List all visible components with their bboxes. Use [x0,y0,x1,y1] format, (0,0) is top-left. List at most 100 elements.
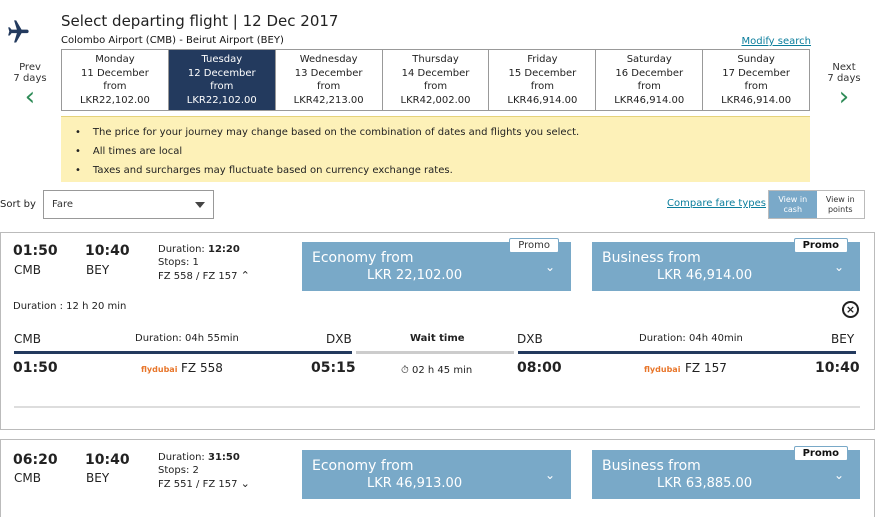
divider [14,406,860,408]
economy-fare-button[interactable]: Promo Economy from LKR 22,102.00 ⌄ [302,238,571,291]
date-day: 15 December [508,67,577,79]
flight-card: 01:50 CMB 10:40 BEY Duration: 12:20 Stop… [0,232,875,430]
compare-fare-types-link[interactable]: Compare fare types [667,198,766,209]
chevron-up-icon: ⌃ [240,269,250,282]
date-from: from [530,81,554,92]
date-weekday: Saturday [626,54,672,65]
date-cell-wednesday[interactable]: Wednesday 13 December from LKR42,213.00 [275,50,383,110]
segment1-destination: DXB [326,332,352,346]
notice-item: The price for your journey may change ba… [75,123,810,142]
segment1-depart-time: 01:50 [13,360,58,376]
date-from: from [210,81,234,92]
business-fare-button[interactable]: Promo Business from LKR 63,885.00 ⌄ [592,446,860,499]
notice-item: Taxes and surcharges may fluctuate based… [75,161,810,180]
flight-numbers-toggle[interactable]: FZ 551 / FZ 157 ⌄ [158,477,250,491]
flight-numbers: FZ 558 / FZ 157 [158,271,238,282]
wait-time-value: 02 h 45 min [412,365,473,376]
date-cell-sunday[interactable]: Sunday 17 December from LKR46,914.00 [703,50,810,110]
arrive-time: 10:40 [85,243,130,259]
date-day: 17 December [722,67,790,79]
promo-badge: Promo [793,446,848,461]
view-in-points-toggle[interactable]: View in points [816,191,864,218]
depart-time: 01:50 [13,243,58,259]
date-price: LKR22,102.00 [79,94,150,106]
date-price: LKR46,914.00 [507,94,578,106]
date-price: LKR46,914.00 [614,94,685,106]
arrive-time: 10:40 [85,452,130,468]
segment2-destination: BEY [831,332,855,346]
notice-item: All times are local [75,142,810,161]
segment2-duration: Duration: 04h 40min [639,333,743,344]
date-cell-friday[interactable]: Friday 15 December from LKR46,914.00 [489,50,597,110]
prev-7-days-button[interactable]: Prev 7 days ‹ [10,62,50,110]
view-in-cash-toggle[interactable]: View in cash [769,191,817,218]
date-cell-tuesday[interactable]: Tuesday 12 December from LKR22,102.00 [168,50,276,110]
sort-by-label: Sort by [0,199,36,210]
date-from: from [317,81,341,92]
segment2-bar [518,351,856,354]
info-notice: The price for your journey may change ba… [61,116,810,182]
stops-text: Stops: 2 [158,465,199,476]
segment1-duration: Duration: 04h 55min [135,333,239,344]
economy-label: Economy from [312,250,414,266]
duration-value: 12:20 [208,244,240,255]
date-price: LKR42,002.00 [400,94,471,106]
flight-summary: Duration: 31:50 Stops: 2 FZ 551 / FZ 157… [158,451,250,491]
total-duration: Duration : 12 h 20 min [13,301,127,312]
segment2-origin: DXB [517,332,543,346]
date-day: 14 December [401,67,470,79]
modify-search-link[interactable]: Modify search [741,36,811,47]
chevron-down-icon: ⌄ [544,260,555,274]
segment1-origin: CMB [14,332,41,346]
next-label: Next [832,62,856,73]
date-cell-saturday[interactable]: Saturday 16 December from LKR46,914.00 [596,50,704,110]
flydubai-logo: flydubai [141,365,178,374]
chevron-down-icon: ⌄ [240,477,250,490]
currency-toggle: View in cash View in points [768,190,865,219]
route-text: Colombo Airport (CMB) - Beirut Airport (… [61,35,284,46]
date-cell-thursday[interactable]: Thursday 14 December from LKR42,002.00 [382,50,490,110]
promo-badge: Promo [793,238,848,253]
business-fare-button[interactable]: Promo Business from LKR 46,914.00 ⌄ [592,238,860,291]
next-7-days-button[interactable]: Next 7 days › [824,62,864,110]
flydubai-logo: flydubai [644,365,681,374]
airplane-icon [8,20,29,43]
date-day: 11 December [81,67,149,79]
depart-code: CMB [14,263,41,277]
arrive-code: BEY [86,263,110,277]
segment1-arrive-time: 05:15 [311,360,356,376]
economy-label: Economy from [312,458,414,474]
duration-row: Duration: 31:50 [158,451,250,464]
date-day: 13 December [294,67,363,79]
caret-down-icon [195,202,205,208]
prev-label: Prev [19,62,41,73]
date-weekday: Sunday [737,54,775,65]
date-cell-monday[interactable]: Monday 11 December from LKR22,102.00 [62,50,169,110]
wait-time-label: Wait time [410,333,465,344]
date-from: from [103,81,127,92]
date-weekday: Monday [95,54,135,65]
date-weekday: Friday [527,54,558,65]
date-from: from [744,81,768,92]
chevron-down-icon: ⌄ [544,468,555,482]
stops-text: Stops: 1 [158,257,199,268]
date-weekday: Tuesday [201,54,243,65]
date-from: from [637,81,661,92]
close-icon[interactable]: × [842,301,859,318]
business-label: Business from [602,458,701,474]
economy-fare-button[interactable]: Economy from LKR 46,913.00 ⌄ [302,450,571,499]
page-title: Select departing flight | 12 Dec 2017 [61,12,339,30]
date-from: from [423,81,448,92]
date-selector: Monday 11 December from LKR22,102.00 Tue… [61,49,810,111]
segment2-arrive-time: 10:40 [815,360,860,376]
wait-time: ⏱ 02 h 45 min [401,365,472,376]
economy-price: LKR 46,913.00 [367,476,463,491]
duration-label: Duration: [158,244,205,255]
wait-bar [356,351,514,354]
duration-row: Duration: 12:20 [158,243,250,256]
sort-select[interactable]: Fare [43,190,214,219]
date-weekday: Wednesday [299,54,358,65]
business-label: Business from [602,250,701,266]
flight-numbers-toggle[interactable]: FZ 558 / FZ 157 ⌃ [158,269,250,283]
chevron-right-icon: › [838,82,850,112]
